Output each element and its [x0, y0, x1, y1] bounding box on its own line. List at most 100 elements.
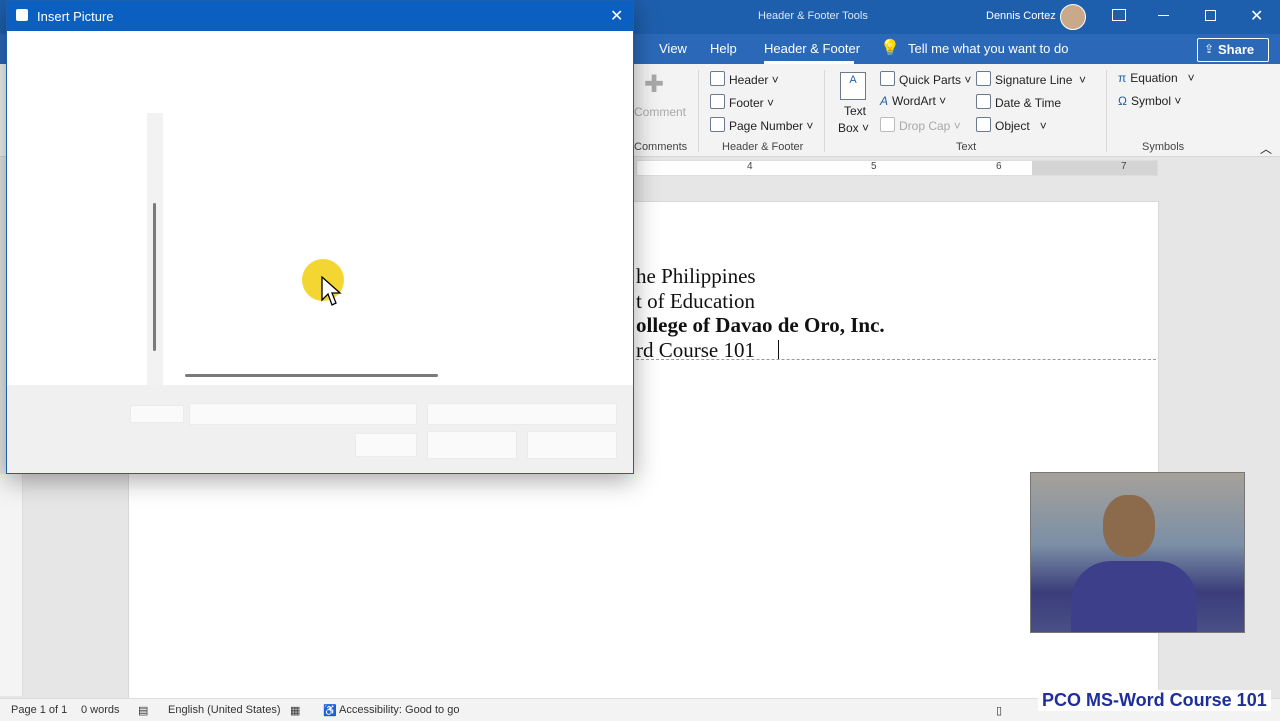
- restore-icon[interactable]: [1205, 10, 1216, 21]
- object-label: Object: [995, 119, 1030, 133]
- tab-header-footer[interactable]: Header & Footer: [764, 41, 860, 56]
- text-box-label-2: Box ˅: [838, 121, 870, 135]
- word-icon: [16, 9, 28, 21]
- new-comment-icon: ✚: [644, 71, 665, 98]
- group-header-footer-label: Header & Footer: [722, 141, 804, 153]
- proofing-icon[interactable]: ▤: [138, 704, 148, 717]
- ruler-margin: [1032, 161, 1157, 175]
- avatar[interactable]: [1060, 4, 1086, 30]
- vertical-ruler[interactable]: [0, 474, 23, 696]
- presenter-head: [1103, 495, 1155, 557]
- drop-cap-icon: [880, 117, 895, 132]
- insert-picture-dialog: Insert Picture ✕: [6, 0, 634, 474]
- quick-parts-button[interactable]: Quick Parts ˅: [880, 71, 971, 87]
- text-box-button[interactable]: A Text Box ˅: [836, 70, 872, 138]
- footer-label: Footer: [729, 96, 764, 110]
- insert-button[interactable]: [427, 431, 517, 459]
- macro-icon[interactable]: ▦: [290, 704, 300, 717]
- signature-line-label: Signature Line: [995, 73, 1073, 87]
- page-count[interactable]: Page 1 of 1: [11, 704, 67, 716]
- date-time-button[interactable]: Date & Time: [976, 94, 1061, 110]
- text-caret: [778, 340, 779, 360]
- share-button[interactable]: ⇪ Share: [1197, 38, 1269, 62]
- minimize-icon[interactable]: [1158, 15, 1169, 16]
- language-indicator[interactable]: English (United States): [168, 704, 281, 716]
- file-name-label: [130, 405, 184, 423]
- equation-button[interactable]: π Equation ˅: [1118, 71, 1195, 85]
- page-number-label: Page Number: [729, 119, 804, 133]
- drop-cap-label: Drop Cap: [899, 119, 951, 133]
- group-text-label: Text: [956, 141, 977, 153]
- tell-me-search[interactable]: Tell me what you want to do: [908, 41, 1068, 56]
- vertical-scrollbar-thumb[interactable]: [153, 203, 156, 351]
- course-brand-overlay: PCO MS-Word Course 101: [1038, 690, 1271, 711]
- object-button[interactable]: Object ˅: [976, 117, 1047, 133]
- wordart-button[interactable]: A WordArt ˅: [880, 94, 946, 108]
- header-line-2[interactable]: t of Education: [636, 289, 755, 314]
- tab-view[interactable]: View: [659, 41, 687, 56]
- text-box-icon: A: [840, 72, 866, 100]
- lightbulb-icon: 💡: [880, 40, 900, 57]
- header-label: Header: [729, 73, 769, 87]
- presenter-body: [1071, 561, 1197, 632]
- footer-button[interactable]: Footer ˅: [710, 94, 774, 110]
- webcam-video: [1030, 472, 1245, 633]
- file-type-select[interactable]: [427, 403, 617, 425]
- horizontal-ruler[interactable]: 4 5 6 7: [636, 160, 1158, 176]
- group-divider: [824, 70, 825, 152]
- signature-line-icon: [976, 71, 991, 86]
- wordart-icon: A: [880, 94, 889, 108]
- user-name[interactable]: Dennis Cortez: [986, 10, 1056, 22]
- file-name-input[interactable]: [189, 403, 417, 425]
- dialog-close-icon[interactable]: ✕: [610, 6, 623, 26]
- object-icon: [976, 117, 991, 132]
- header-boundary: [636, 359, 1156, 360]
- accessibility-icon: ♿: [323, 705, 337, 717]
- ruler-label: 7: [1121, 161, 1127, 172]
- close-icon[interactable]: ✕: [1250, 6, 1263, 26]
- header-line-3[interactable]: ollege of Davao de Oro, Inc.: [636, 313, 885, 338]
- signature-line-button[interactable]: Signature Line ˅: [976, 71, 1086, 87]
- dialog-title: Insert Picture: [37, 9, 114, 24]
- group-comments-label: Comments: [634, 141, 688, 153]
- symbol-label: Symbol: [1130, 94, 1171, 108]
- quick-parts-icon: [880, 71, 895, 86]
- page-number-icon: [710, 117, 725, 132]
- page-number-button[interactable]: Page Number ˅: [710, 117, 813, 133]
- comment-button[interactable]: Comment: [634, 105, 686, 119]
- contextual-tab-title: Header & Footer Tools: [758, 10, 868, 22]
- cancel-button[interactable]: [527, 431, 617, 459]
- footer-icon: [710, 94, 725, 109]
- drop-cap-button[interactable]: Drop Cap ˅: [880, 117, 961, 133]
- read-mode-icon[interactable]: ▯: [996, 704, 1002, 717]
- share-icon: ⇪: [1204, 42, 1215, 56]
- dialog-footer: [7, 385, 633, 473]
- share-label: Share: [1218, 42, 1255, 57]
- wordart-label: WordArt: [892, 94, 936, 108]
- text-box-label-1: Text: [844, 104, 867, 118]
- omega-icon: Ω: [1118, 94, 1127, 108]
- header-button[interactable]: Header ˅: [710, 71, 779, 87]
- word-count[interactable]: 0 words: [81, 704, 120, 716]
- group-divider: [698, 70, 699, 152]
- group-divider: [1106, 70, 1107, 152]
- ruler-label: 6: [996, 161, 1002, 172]
- date-time-icon: [976, 94, 991, 109]
- ruler-label: 5: [871, 161, 877, 172]
- ruler-label: 4: [747, 161, 753, 172]
- tab-help[interactable]: Help: [710, 41, 737, 56]
- mouse-pointer-icon: [321, 276, 342, 306]
- pi-icon: π: [1118, 71, 1127, 85]
- symbol-button[interactable]: Ω Symbol ˅: [1118, 94, 1181, 108]
- accessibility-status[interactable]: Accessibility: Good to go: [339, 704, 459, 716]
- group-symbols-label: Symbols: [1142, 141, 1185, 153]
- tools-button[interactable]: [355, 433, 417, 457]
- header-line-1[interactable]: he Philippines: [636, 264, 756, 289]
- quick-parts-label: Quick Parts: [899, 73, 962, 87]
- equation-label: Equation: [1130, 71, 1178, 85]
- ribbon-display-icon[interactable]: [1112, 9, 1126, 21]
- dialog-title-bar: Insert Picture ✕: [7, 1, 633, 31]
- header-icon: [710, 71, 725, 86]
- collapse-ribbon-icon[interactable]: ︿: [1260, 140, 1272, 157]
- horizontal-scrollbar-thumb[interactable]: [185, 374, 438, 377]
